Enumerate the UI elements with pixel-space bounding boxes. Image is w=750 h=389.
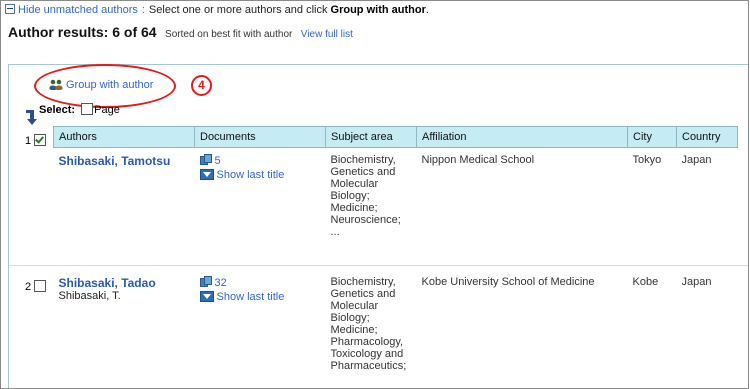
select-label: Select:	[39, 104, 76, 116]
select-page-label: Page	[94, 104, 120, 116]
row-checkbox[interactable]	[34, 280, 47, 292]
show-last-icon	[199, 291, 214, 302]
table-row: Shibasaki, Tamotsu 5 Show last title Bio…	[54, 148, 738, 271]
city: Kobe	[632, 276, 659, 288]
author-name-link[interactable]: Shibasaki, Tadao	[59, 276, 156, 290]
show-last-title-link[interactable]: Show last title	[199, 291, 321, 303]
instruction-text: Select one or more authors and click	[148, 4, 328, 16]
author-name-link[interactable]: Shibasaki, Tamotsu	[59, 154, 171, 168]
col-documents[interactable]: Documents	[194, 126, 326, 148]
documents-count-link[interactable]: 32	[215, 277, 227, 289]
view-full-list-link[interactable]: View full list	[301, 29, 353, 40]
row-number-2: 2	[25, 280, 47, 293]
select-arrow-icon	[26, 110, 37, 125]
author-results-table: Authors Documents Subject area Affiliati…	[53, 126, 738, 388]
page-frame: Hide unmatched authors: Select one or mor…	[0, 0, 749, 389]
topline: Hide unmatched authors: Select one or mor…	[5, 4, 429, 16]
documents-icon	[199, 154, 212, 165]
subject-area: Biochemistry, Genetics and Molecular Bio…	[330, 276, 407, 372]
callout-circle	[34, 64, 176, 108]
affiliation: Kobe University School of Medicine	[421, 276, 595, 288]
select-row: Select: Page	[26, 103, 120, 125]
results-header: Author results: 6 of 64 Sorted on best f…	[8, 24, 353, 42]
callout-number: 4	[191, 75, 212, 96]
select-page-checkbox[interactable]	[81, 103, 94, 115]
country: Japan	[681, 276, 712, 288]
instruction-bold: Group with author	[330, 4, 426, 16]
table-row: Shibasaki, Tadao Shibasaki, T. 32 Show l…	[54, 270, 738, 388]
documents-count-link[interactable]: 5	[215, 155, 221, 167]
show-last-title-link[interactable]: Show last title	[199, 169, 321, 181]
country: Japan	[681, 154, 712, 166]
hide-unmatched-link[interactable]: Hide unmatched authors	[18, 4, 138, 16]
show-last-icon	[199, 169, 214, 180]
col-authors[interactable]: Authors	[53, 126, 195, 148]
documents-icon	[199, 276, 212, 287]
row-checkbox[interactable]	[34, 134, 47, 146]
col-affiliation[interactable]: Affiliation	[416, 126, 628, 148]
collapse-icon[interactable]	[5, 4, 15, 14]
col-subject-area[interactable]: Subject area	[325, 126, 417, 148]
table-header-row: Authors Documents Subject area Affiliati…	[53, 126, 738, 148]
col-country[interactable]: Country	[676, 126, 738, 148]
row-divider	[9, 265, 748, 266]
col-city[interactable]: City	[627, 126, 677, 148]
affiliation: Nippon Medical School	[421, 154, 535, 166]
row-number-1: 1	[25, 134, 47, 147]
city: Tokyo	[632, 154, 662, 166]
results-count: Author results: 6 of 64	[8, 24, 157, 40]
subject-area: Biochemistry, Genetics and Molecular Bio…	[330, 154, 401, 238]
sorted-text: Sorted on best fit with author	[165, 29, 293, 40]
author-variant: Shibasaki, T.	[58, 290, 121, 302]
